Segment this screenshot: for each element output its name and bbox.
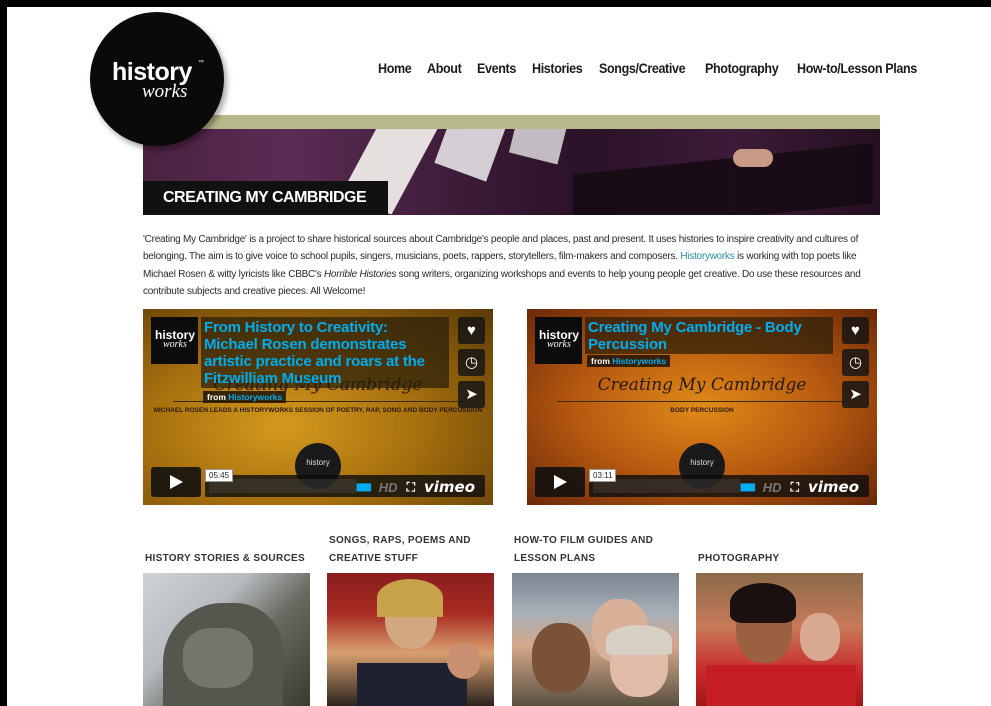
intro-paragraph: 'Creating My Cambridge' is a project to … [143,231,865,300]
video-player-1[interactable]: Creating My Cambridge MICHAEL ROSEN LEAD… [143,309,493,505]
video-duration: 03:11 [589,469,617,482]
volume-icon[interactable]: ▮▮▮▮ [356,482,372,493]
historyworks-logo[interactable]: history ™ works [90,12,224,146]
logo-text-works: works [142,81,188,102]
logo-trademark: ™ [198,60,204,66]
category-label-line2: CREATIVE STUFF [329,553,419,564]
category-label-line2: PHOTOGRAPHY [698,553,780,564]
video-duration: 05:45 [205,469,234,482]
category-label-photography[interactable]: PHOTOGRAPHY [698,532,779,568]
video-byline: from Historyworks [587,355,671,367]
banner-top-strip [143,115,880,129]
photography-image[interactable] [696,573,863,706]
category-label-line2: LESSON PLANS [514,553,596,564]
category-label-line1: SONGS, RAPS, POEMS AND [329,535,471,546]
video-bg-subtitle: MICHAEL ROSEN LEADS A HISTORYWORKS SESSI… [153,407,483,414]
heart-icon[interactable]: ♥ [842,317,869,344]
category-label-history[interactable]: HISTORY STORIES & SOURCES [145,532,305,568]
hd-toggle[interactable]: HD [763,480,782,495]
video-control-bar: 05:45 ▮▮▮▮ HD ⛶ vimeo [205,469,485,497]
fullscreen-icon[interactable]: ⛶ [407,480,415,495]
volume-icon[interactable]: ▮▮▮▮ [740,482,756,493]
video-title[interactable]: Creating My Cambridge - Body Percussion [588,319,828,353]
video-title[interactable]: From History to Creativity: Michael Rose… [204,319,444,387]
nav-histories[interactable]: Histories [532,61,583,81]
nav-photography[interactable]: Photography [705,61,779,81]
video-byline-prefix: from [591,356,610,366]
clock-icon[interactable]: ◷ [458,349,485,376]
nav-home[interactable]: Home [378,61,412,81]
video-control-bar: 03:11 ▮▮▮▮ HD ⛶ vimeo [589,469,869,497]
video-bg-subtitle: BODY PERCUSSION [670,407,734,414]
page: history ™ works Home About Events Histor… [7,7,991,706]
category-label-how-to[interactable]: HOW-TO FILM GUIDES AND LESSON PLANS [514,532,653,568]
historyworks-link[interactable]: Historyworks [680,251,734,262]
category-label-line1: HOW-TO FILM GUIDES AND [514,535,654,546]
fullscreen-icon[interactable]: ⛶ [791,480,799,495]
nav-events[interactable]: Events [477,61,516,81]
category-label-line1 [145,532,305,550]
video-byline-author[interactable]: Historyworks [612,356,666,366]
main-nav: Home About Events Histories Songs/Creati… [378,61,925,81]
video-player-2[interactable]: Creating My Cambridge BODY PERCUSSION hi… [527,309,877,505]
hd-toggle[interactable]: HD [379,480,398,495]
video-byline-author[interactable]: Historyworks [228,392,282,402]
category-label-line1 [698,532,779,550]
paper-plane-icon[interactable]: ➤ [842,381,869,408]
video-logo-text-b: works [163,339,187,350]
paper-plane-icon[interactable]: ➤ [458,381,485,408]
video-byline: from Historyworks [203,391,287,403]
video-channel-logo[interactable]: history works [535,317,582,364]
nav-songs-creative[interactable]: Songs/Creative [599,61,686,81]
clock-icon[interactable]: ◷ [842,349,869,376]
nav-about[interactable]: About [427,61,462,81]
video-logo-text-b: works [547,339,571,350]
history-stories-image[interactable] [143,573,310,706]
songs-raps-image[interactable] [327,573,494,706]
how-to-guides-image[interactable] [512,573,679,706]
video-progress-bar[interactable]: 05:45 [205,469,356,493]
heart-icon[interactable]: ♥ [458,317,485,344]
video-channel-logo[interactable]: history works [151,317,198,364]
category-label-line2: HISTORY STORIES & SOURCES [145,553,305,564]
video-title-box: Creating My Cambridge - Body Percussion [585,317,833,354]
category-label-songs[interactable]: SONGS, RAPS, POEMS AND CREATIVE STUFF [329,532,471,568]
play-icon[interactable] [535,467,585,497]
nav-how-to-lesson-plans[interactable]: How-to/Lesson Plans [797,61,917,81]
vimeo-logo[interactable]: vimeo [808,478,859,496]
play-icon[interactable] [151,467,201,497]
video-title-box: From History to Creativity: Michael Rose… [201,317,449,388]
page-title: CREATING MY CAMBRIDGE [143,181,389,215]
video-progress-bar[interactable]: 03:11 [589,469,740,493]
video-byline-prefix: from [207,392,226,402]
horrible-histories-text: Horrible Histories [323,268,397,280]
video-bg-title: Creating My Cambridge [597,375,807,395]
vimeo-logo[interactable]: vimeo [424,478,475,496]
